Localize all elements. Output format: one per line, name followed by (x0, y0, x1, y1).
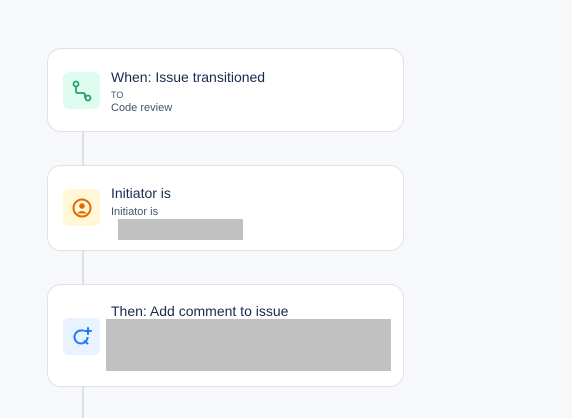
branch-icon (72, 80, 91, 101)
action-card[interactable]: Then: Add comment to issue (47, 284, 404, 387)
flow-connector (82, 387, 84, 418)
user-icon (72, 198, 91, 217)
condition-title: Initiator is (111, 185, 171, 201)
condition-card[interactable]: Initiator is Initiator is (47, 165, 404, 251)
redacted-comment (106, 319, 391, 371)
condition-subtitle: Initiator is (111, 206, 159, 218)
trigger-title: When: Issue transitioned (111, 69, 266, 85)
trigger-icon-box (63, 72, 100, 109)
action-title: Then: Add comment to issue (111, 303, 289, 319)
flow-connector (82, 131, 84, 165)
trigger-to-label: TO (111, 90, 124, 100)
trigger-card[interactable]: When: Issue transitioned TO Code review (47, 48, 404, 132)
redacted-value (118, 219, 243, 240)
trigger-status: Code review (111, 102, 173, 114)
flow-connector (82, 250, 84, 284)
action-icon-box (63, 318, 100, 355)
condition-icon-box (63, 189, 100, 226)
comment-add-icon (73, 326, 92, 344)
